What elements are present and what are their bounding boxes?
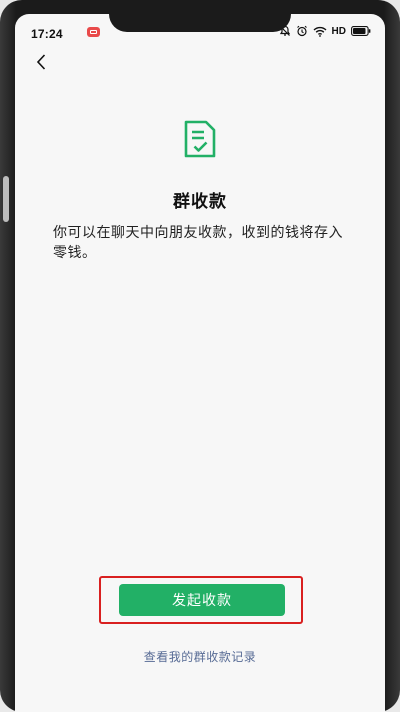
battery-icon <box>351 26 371 36</box>
phone-side-button <box>3 176 9 222</box>
status-time: 17:24 <box>31 27 63 41</box>
wifi-icon <box>313 26 327 37</box>
bill-check-icon <box>184 120 216 158</box>
screen: 17:24 HD 群收款 你可以在聊天中向朋友收款，收到的钱将存入零钱。 发起收… <box>15 14 385 712</box>
start-collection-button[interactable]: 发起收款 <box>119 584 285 616</box>
view-records-link[interactable]: 查看我的群收款记录 <box>15 648 385 665</box>
page-description: 你可以在聊天中向朋友收款，收到的钱将存入零钱。 <box>53 225 343 261</box>
app-notification-icon <box>87 27 100 37</box>
status-icons: HD <box>279 25 371 37</box>
page-title: 群收款 <box>173 192 227 212</box>
back-button[interactable] <box>29 50 53 74</box>
camera-notch <box>109 14 291 32</box>
network-type-label: HD <box>331 25 346 37</box>
alarm-icon <box>296 25 307 37</box>
chevron-left-icon <box>36 54 46 70</box>
page-content: 17:24 HD 群收款 你可以在聊天中向朋友收款，收到的钱将存入零钱。 发起收… <box>15 14 385 712</box>
